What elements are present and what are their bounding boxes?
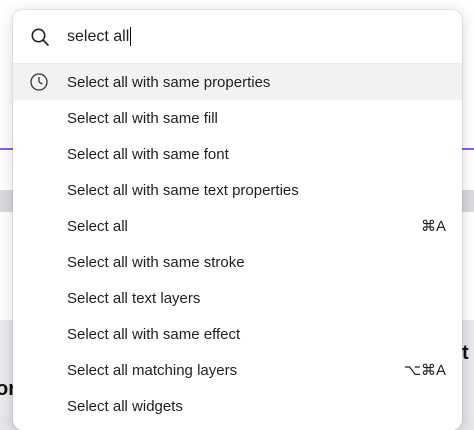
result-item[interactable]: Select all with same text properties [13, 172, 462, 208]
clock-icon [29, 72, 49, 92]
canvas-selection-line [460, 148, 474, 150]
result-label: Select all with same properties [67, 73, 271, 91]
result-label: Select all with same fill [67, 109, 218, 127]
search-bar: select all [13, 10, 462, 64]
result-item[interactable]: Select all widgets [13, 388, 462, 424]
result-label: Select all widgets [67, 397, 183, 415]
result-item[interactable]: Select all with same stroke [13, 244, 462, 280]
search-input[interactable]: select all [67, 28, 129, 46]
result-item[interactable]: Select all text layers [13, 280, 462, 316]
result-item[interactable]: Select all with same effect [13, 316, 462, 352]
result-label: Select all with same stroke [67, 253, 245, 271]
search-icon [29, 26, 51, 48]
result-label: Select all [67, 217, 128, 235]
canvas-text-fragment: t [462, 342, 469, 364]
result-label: Select all matching layers [67, 361, 238, 379]
result-shortcut: ⌥⌘A [403, 362, 446, 379]
result-label: Select all with same font [67, 145, 229, 163]
result-shortcut: ⌘A [420, 218, 446, 235]
result-label: Select all with same effect [67, 325, 241, 343]
text-caret [130, 27, 132, 46]
result-label: Select all text layers [67, 289, 201, 307]
canvas-selection-line [0, 148, 14, 150]
result-item[interactable]: Select all with same font [13, 136, 462, 172]
result-item[interactable]: Select all matching layers ⌥⌘A [13, 352, 462, 388]
results-list: Select all with same properties Select a… [13, 64, 462, 424]
result-item[interactable]: Select all with same properties [13, 64, 462, 100]
result-label: Select all with same text properties [67, 181, 299, 199]
result-item[interactable]: Select all with same fill [13, 100, 462, 136]
command-palette: select all Select all with same properti… [13, 10, 462, 430]
result-item[interactable]: Select all ⌘A [13, 208, 462, 244]
